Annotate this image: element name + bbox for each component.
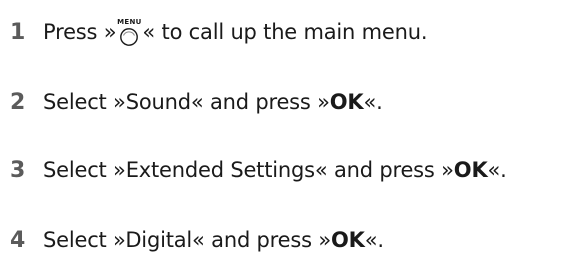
step-text-before-icon: Press »	[43, 19, 117, 44]
step-text: Press » MENU « to call up the main menu.	[43, 17, 428, 46]
step-text-end: «.	[363, 90, 383, 114]
step-text-end: «.	[487, 158, 507, 182]
menu-button-icon: MENU	[117, 17, 142, 46]
step-text-after-icon: « to call up the main menu.	[142, 19, 428, 44]
step-text-end: «.	[364, 228, 384, 252]
circle-button-icon	[120, 27, 139, 46]
step-text: Select »Sound« and press »OK«.	[43, 90, 383, 114]
instruction-steps: 1 Press » MENU « to call up the main menu.…	[0, 0, 561, 268]
ok-key-label: OK	[329, 90, 364, 114]
step-number: 1	[10, 19, 26, 45]
step-number: 4	[10, 227, 26, 253]
step-text-main: Select »Digital« and press »	[43, 228, 331, 252]
ok-key-label: OK	[330, 228, 365, 252]
menu-button-label: MENU	[117, 17, 142, 26]
step-number: 3	[10, 157, 26, 183]
ok-key-label: OK	[453, 158, 488, 182]
step-text-main: Select »Extended Settings« and press »	[43, 158, 454, 182]
step-number: 2	[10, 89, 26, 115]
step-text: Select »Digital« and press »OK«.	[43, 228, 384, 252]
step-text-main: Select »Sound« and press »	[43, 90, 330, 114]
step-text: Select »Extended Settings« and press »OK…	[43, 158, 507, 182]
